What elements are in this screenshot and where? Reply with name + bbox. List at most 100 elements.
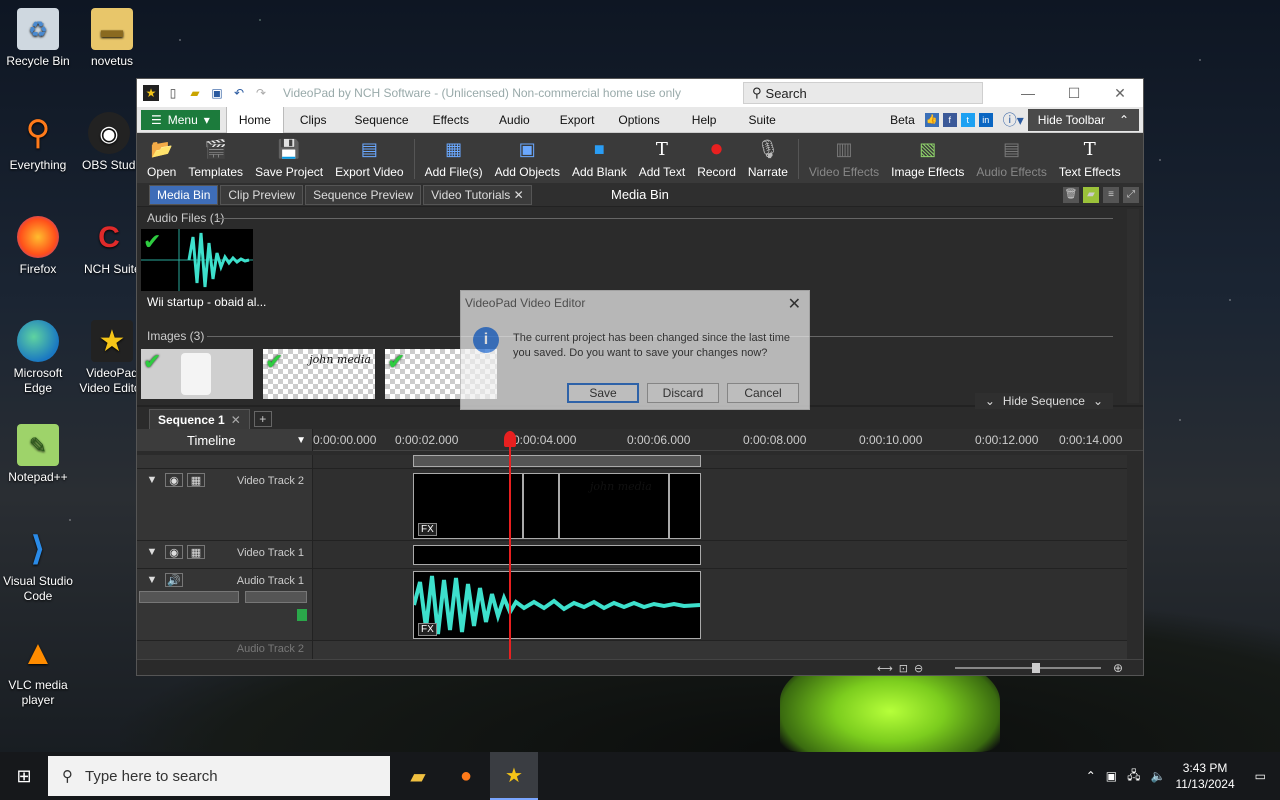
zoom-slider[interactable] bbox=[955, 667, 1101, 669]
timeline-dropdown[interactable]: Timeline ▼ bbox=[137, 429, 313, 451]
close-tab-icon[interactable]: ✕ bbox=[514, 188, 524, 202]
video-clip-end[interactable] bbox=[669, 473, 701, 539]
start-button[interactable]: ⊞ bbox=[0, 752, 48, 800]
main-menu-button[interactable]: ☰ Menu ▾ bbox=[141, 109, 220, 130]
collapse-icon[interactable]: ▼ bbox=[143, 473, 161, 487]
undock-icon[interactable]: ⤢ bbox=[1123, 186, 1139, 203]
hide-sequence-button[interactable]: ⌄ Hide Sequence ⌄ bbox=[974, 393, 1113, 409]
video-clip-track1[interactable] bbox=[413, 545, 701, 565]
add-files-button[interactable]: ▦ Add File(s) bbox=[419, 136, 489, 180]
audio-file-thumbnail[interactable]: ✔ bbox=[141, 229, 253, 291]
desktop-icon-notepad-plus[interactable]: ✎ Notepad++ bbox=[0, 424, 76, 485]
tab-effects[interactable]: Effects bbox=[421, 107, 481, 133]
open-folder-icon[interactable]: ▰ bbox=[187, 85, 203, 101]
tab-help[interactable]: Help bbox=[672, 107, 737, 133]
taskbar-file-explorer[interactable]: ▰ bbox=[394, 752, 442, 800]
image-effects-button[interactable]: ▧ Image Effects bbox=[885, 136, 970, 180]
volume-icon[interactable]: 🔈 bbox=[1151, 769, 1166, 783]
timeline-scrollbar[interactable]: ⟷ ⊡ ⊖ ⊕ bbox=[137, 659, 1143, 675]
list-view-icon[interactable]: ≡ bbox=[1103, 186, 1119, 203]
export-video-button[interactable]: ▤ Export Video bbox=[329, 136, 410, 180]
hide-toolbar-button[interactable]: Hide Toolbar ⌃ bbox=[1027, 108, 1139, 131]
audio-file-name[interactable]: Wii startup - obaid al... bbox=[147, 295, 266, 309]
desktop-icon-recycle-bin[interactable]: ♻ Recycle Bin bbox=[0, 8, 76, 69]
maximize-button[interactable]: ☐ bbox=[1051, 85, 1097, 102]
tab-options[interactable]: Options bbox=[606, 107, 671, 133]
desktop-icon-everything[interactable]: ⚲ Everything bbox=[0, 112, 76, 173]
zoom-out-icon[interactable]: ⊖ bbox=[914, 662, 923, 675]
track-settings-icon[interactable]: ▦ bbox=[187, 473, 205, 487]
save-project-button[interactable]: 💾 Save Project bbox=[249, 136, 329, 180]
eye-icon[interactable]: ◉ bbox=[165, 473, 183, 487]
tab-sequence[interactable]: Sequence bbox=[343, 107, 421, 133]
desktop-icon-vlc[interactable]: ▲ VLC media player bbox=[0, 632, 76, 708]
add-objects-button[interactable]: ▣ Add Objects bbox=[489, 136, 566, 180]
text-effects-button[interactable]: T Text Effects bbox=[1053, 136, 1127, 180]
record-button[interactable]: ● Record bbox=[691, 135, 742, 179]
save-button[interactable]: Save bbox=[567, 383, 639, 403]
tab-suite[interactable]: Suite bbox=[736, 107, 787, 133]
clip-strip[interactable] bbox=[413, 455, 701, 467]
close-tab-icon[interactable]: ✕ bbox=[231, 413, 241, 427]
desktop-icon-vscode[interactable]: ⟩ Visual Studio Code bbox=[0, 528, 76, 604]
timeline-ruler[interactable]: 0:00:00.000 0:00:02.000 0:00:04.000 0:00… bbox=[313, 429, 1143, 450]
media-bin-scrollbar[interactable] bbox=[1127, 209, 1139, 403]
video-clip-gap[interactable] bbox=[523, 473, 559, 539]
video-effects-button[interactable]: ▥ Video Effects bbox=[803, 136, 885, 180]
undo-icon[interactable]: ↶ bbox=[231, 85, 247, 101]
cancel-button[interactable]: Cancel bbox=[727, 383, 799, 403]
close-button[interactable]: ✕ bbox=[1097, 85, 1143, 102]
tab-home[interactable]: Home bbox=[225, 106, 284, 133]
tab-sequence-1[interactable]: Sequence 1 ✕ bbox=[149, 409, 250, 429]
track-settings-icon[interactable]: ▦ bbox=[187, 545, 205, 559]
trash-icon[interactable]: 🗑 bbox=[1063, 186, 1079, 203]
discard-button[interactable]: Discard bbox=[647, 383, 719, 403]
facebook-icon[interactable]: f bbox=[942, 112, 957, 127]
help-icon[interactable]: ⓘ▾ bbox=[1003, 110, 1024, 130]
desktop-icon-firefox[interactable]: Firefox bbox=[0, 216, 76, 277]
narrate-button[interactable]: 🎙 Narrate bbox=[742, 136, 794, 180]
add-blank-button[interactable]: ■ Add Blank bbox=[566, 136, 633, 180]
save-icon[interactable]: ▣ bbox=[209, 85, 225, 101]
video-clip[interactable]: FX bbox=[413, 473, 523, 539]
collapse-icon[interactable]: ▼ bbox=[143, 573, 161, 587]
zoom-in-icon[interactable]: ⊕ bbox=[1113, 661, 1123, 675]
zoom-fit-icon[interactable]: ⊡ bbox=[899, 662, 908, 675]
zoom-slider-thumb[interactable] bbox=[1032, 663, 1040, 673]
twitter-icon[interactable]: t bbox=[960, 112, 975, 127]
network-icon[interactable]: 🖧 bbox=[1127, 766, 1140, 787]
tab-export[interactable]: Export bbox=[548, 107, 607, 133]
tab-clip-preview[interactable]: Clip Preview bbox=[220, 184, 304, 205]
add-sequence-button[interactable]: + bbox=[253, 411, 272, 427]
tab-video-tutorials[interactable]: Video Tutorials ✕ bbox=[423, 184, 532, 205]
open-button[interactable]: 📂 Open bbox=[141, 136, 182, 180]
audio-clip[interactable]: FX bbox=[412, 571, 701, 639]
tab-audio[interactable]: Audio bbox=[481, 107, 548, 133]
desktop-icon-novetus[interactable]: ▬ novetus bbox=[74, 8, 150, 69]
fx-button[interactable]: FX bbox=[418, 523, 437, 536]
dialog-close-icon[interactable]: ✕ bbox=[788, 294, 801, 314]
tab-media-bin[interactable]: Media Bin bbox=[149, 184, 219, 205]
taskbar-videopad[interactable]: ★ bbox=[490, 752, 538, 800]
taskbar-search[interactable]: ⚲ Type here to search bbox=[48, 756, 390, 796]
playhead-handle[interactable] bbox=[504, 431, 516, 447]
linkedin-icon[interactable]: in bbox=[978, 112, 993, 127]
image-thumbnail-1[interactable]: ✔ bbox=[141, 349, 253, 399]
add-text-button[interactable]: T Add Text bbox=[633, 136, 691, 180]
image-thumbnail-2[interactable]: john media ✔ bbox=[263, 349, 375, 399]
minimize-button[interactable]: — bbox=[1005, 85, 1051, 102]
collapse-icon[interactable]: ▼ bbox=[143, 545, 161, 559]
notifications-icon[interactable]: ▭ bbox=[1255, 769, 1266, 783]
redo-icon[interactable]: ↷ bbox=[253, 85, 269, 101]
playhead[interactable] bbox=[509, 431, 511, 659]
desktop-icon-edge[interactable]: Microsoft Edge bbox=[0, 320, 76, 396]
taskbar-firefox[interactable]: ● bbox=[442, 752, 490, 800]
fx-button[interactable]: FX bbox=[418, 623, 437, 636]
tab-sequence-preview[interactable]: Sequence Preview bbox=[305, 184, 422, 205]
volume-slider[interactable] bbox=[139, 591, 239, 603]
pan-slider[interactable] bbox=[245, 591, 307, 603]
clock[interactable]: 3:43 PM 11/13/2024 bbox=[1175, 760, 1234, 792]
new-folder-icon[interactable]: ▰ bbox=[1083, 186, 1099, 203]
nch-tray-icon[interactable]: ▣ bbox=[1106, 769, 1117, 783]
templates-button[interactable]: 🎬 Templates bbox=[182, 136, 249, 180]
